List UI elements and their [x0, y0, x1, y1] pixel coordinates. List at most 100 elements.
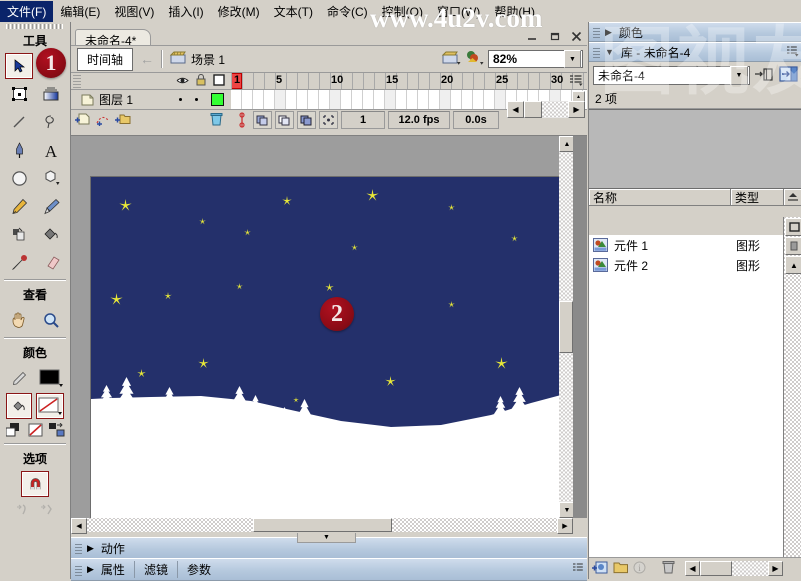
- library-document-select[interactable]: 未命名-4 ▼: [593, 66, 750, 85]
- current-frame-field[interactable]: 1: [341, 111, 385, 129]
- expand-arrow-icon-properties[interactable]: ▶: [87, 564, 94, 575]
- timeline-scroll-thumb[interactable]: [524, 101, 542, 118]
- timeline-frame-cell[interactable]: [363, 90, 374, 109]
- zoom-level-combo[interactable]: 82% ▼: [488, 50, 583, 68]
- timeline-options-menu-icon[interactable]: [569, 74, 585, 87]
- menu-item-modify[interactable]: 修改(M): [211, 1, 267, 22]
- timeline-ruler[interactable]: 151015202530354: [231, 73, 587, 90]
- stage-hscroll-track-right[interactable]: [391, 518, 557, 532]
- column-header-name[interactable]: 名称: [589, 189, 731, 205]
- stage-hscroll-thumb[interactable]: [252, 518, 392, 532]
- timeline-frame-cell[interactable]: [418, 90, 429, 109]
- library-panel-header[interactable]: ▼ 库 - 未命名-4: [589, 42, 801, 62]
- layer-color-swatch[interactable]: [211, 93, 224, 106]
- color-panel-grip[interactable]: [593, 26, 600, 38]
- library-maximize-icon[interactable]: [785, 218, 801, 236]
- black-and-white-button[interactable]: [4, 421, 23, 439]
- add-motion-guide-icon[interactable]: [96, 112, 111, 129]
- menu-item-window[interactable]: 窗口(W): [430, 1, 487, 22]
- close-icon[interactable]: [570, 28, 583, 42]
- library-scroll-thumb[interactable]: [785, 237, 801, 255]
- layer-lock-dot[interactable]: [195, 98, 198, 101]
- library-scroll-left-icon[interactable]: ◀: [685, 561, 700, 576]
- timeline-frame-cell[interactable]: [429, 90, 440, 109]
- menu-item-help[interactable]: 帮助(H): [487, 1, 542, 22]
- timeline-frame-cell[interactable]: [231, 90, 242, 109]
- pen-tool[interactable]: [5, 137, 33, 163]
- text-tool[interactable]: A: [37, 137, 65, 163]
- color-panel-expand-icon[interactable]: ▶: [605, 27, 612, 38]
- timeline-frame-cell[interactable]: [407, 90, 418, 109]
- library-vertical-scrollbar[interactable]: ▲: [783, 217, 801, 557]
- menu-item-view[interactable]: 视图(V): [107, 1, 161, 22]
- rectangle-tool[interactable]: [37, 165, 65, 191]
- timeline-scroll-track[interactable]: [542, 101, 568, 118]
- delete-layer-icon[interactable]: [210, 112, 231, 129]
- properties-panel-header[interactable]: ▶ 属性 滤镜 参数: [71, 558, 587, 581]
- gradient-transform-tool[interactable]: [37, 81, 65, 107]
- timeline-frame-cell[interactable]: [451, 90, 462, 109]
- swap-colors-button[interactable]: [48, 421, 67, 439]
- edit-symbol-icon[interactable]: [465, 50, 484, 68]
- onion-skin-marker-icon[interactable]: [233, 112, 250, 128]
- stage-scroll-right-icon[interactable]: ▶: [557, 518, 573, 534]
- stage-vscroll-track[interactable]: [559, 152, 573, 301]
- library-horizontal-scrollbar[interactable]: ◀ ▶: [685, 561, 783, 576]
- eye-icon[interactable]: [176, 74, 189, 88]
- minimize-icon[interactable]: [526, 28, 539, 42]
- free-transform-tool[interactable]: [5, 81, 33, 107]
- lasso-tool[interactable]: [37, 109, 65, 135]
- timeline-horizontal-scrollbar[interactable]: ◀ ▶: [507, 101, 585, 118]
- onion-skin-icon[interactable]: [275, 111, 294, 129]
- menu-item-insert[interactable]: 插入(I): [161, 1, 210, 22]
- menu-item-edit[interactable]: 编辑(E): [53, 1, 107, 22]
- pin-library-icon[interactable]: [755, 67, 774, 85]
- scroll-right-icon[interactable]: ▶: [568, 101, 585, 118]
- timeline-frame-cell[interactable]: [495, 90, 506, 109]
- library-scroll-up-icon[interactable]: ▲: [785, 256, 801, 274]
- stage-vscroll-thumb[interactable]: [559, 301, 573, 353]
- fill-color-swatch[interactable]: [36, 393, 64, 419]
- timeline-frame-cell[interactable]: [484, 90, 495, 109]
- timeline-grip[interactable]: [73, 74, 81, 88]
- back-arrow-icon[interactable]: ←: [140, 51, 154, 67]
- timeline-frame-cell[interactable]: [330, 90, 341, 109]
- chevron-down-icon-library[interactable]: ▼: [730, 66, 748, 85]
- stage-vertical-scrollbar[interactable]: ▲ ▼: [559, 136, 573, 518]
- menu-item-commands[interactable]: 命令(C): [320, 1, 375, 22]
- timeline-frame-cell[interactable]: [374, 90, 385, 109]
- pencil-tool[interactable]: [5, 193, 33, 219]
- layer-row[interactable]: 图层 1: [71, 90, 231, 110]
- stage-scroll-up-icon[interactable]: ▲: [559, 136, 573, 152]
- menu-item-text[interactable]: 文本(T): [267, 1, 320, 22]
- expand-arrow-icon[interactable]: ▶: [87, 543, 94, 554]
- ink-bottle-tool[interactable]: [5, 221, 33, 247]
- frame-rate-field[interactable]: 12.0 fps: [388, 111, 450, 129]
- insert-layer-icon[interactable]: [75, 112, 92, 129]
- onion-skin-outlines-icon[interactable]: [297, 111, 316, 129]
- brush-tool[interactable]: [37, 193, 65, 219]
- lock-icon[interactable]: [196, 73, 206, 89]
- straighten-button[interactable]: [36, 499, 58, 519]
- symbol-properties-icon[interactable]: i: [633, 561, 646, 577]
- zoom-tool[interactable]: [37, 307, 65, 333]
- edit-multiple-frames-icon[interactable]: [319, 111, 338, 129]
- timeline-frame-cell[interactable]: [253, 90, 264, 109]
- snap-to-objects-button[interactable]: [21, 471, 49, 497]
- library-hscroll-thumb[interactable]: [700, 561, 732, 576]
- line-tool[interactable]: [5, 109, 33, 135]
- panel-collapse-handle[interactable]: ▼: [297, 533, 356, 543]
- layer-visible-dot[interactable]: [179, 98, 182, 101]
- actions-panel-grip[interactable]: [75, 542, 82, 554]
- properties-panel-menu-icon[interactable]: [573, 563, 587, 576]
- library-items-list[interactable]: 元件 1 图形 元件 2 图形: [589, 235, 784, 557]
- no-color-button[interactable]: [26, 421, 45, 439]
- library-panel-menu-icon[interactable]: [787, 45, 801, 59]
- restore-icon[interactable]: [548, 28, 561, 42]
- outline-icon[interactable]: [213, 73, 225, 89]
- center-frame-icon[interactable]: [253, 111, 272, 129]
- timeline-frame-cell[interactable]: [462, 90, 473, 109]
- new-library-panel-icon[interactable]: [779, 66, 798, 85]
- delete-symbol-icon[interactable]: [662, 560, 675, 577]
- stage-horizontal-scrollbar[interactable]: ◀ ▶: [71, 518, 587, 534]
